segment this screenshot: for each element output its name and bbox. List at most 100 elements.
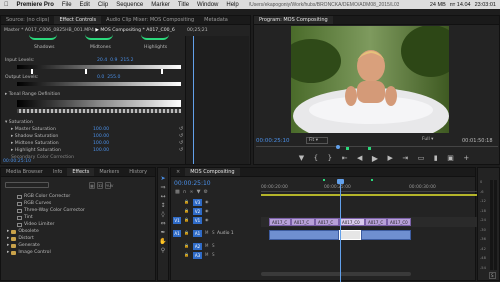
highlight-saturation-value[interactable]: 100.00 bbox=[93, 148, 109, 153]
menu-sequence[interactable]: Sequence bbox=[112, 2, 147, 8]
app-menu[interactable]: Premiere Pro bbox=[13, 2, 58, 8]
menu-window[interactable]: Window bbox=[193, 2, 222, 8]
timeline-timecode[interactable]: 00:00:25:10 bbox=[174, 180, 211, 187]
snap-icon[interactable]: ∩ bbox=[183, 189, 187, 195]
input-gray-value[interactable]: 0.9 bbox=[110, 58, 117, 63]
menu-marker[interactable]: Marker bbox=[147, 2, 174, 8]
marker-icon[interactable] bbox=[371, 179, 373, 181]
source-patch-v1[interactable]: V1 bbox=[173, 217, 181, 224]
button-editor-icon[interactable]: + bbox=[463, 154, 469, 162]
step-forward-icon[interactable]: ▶ bbox=[388, 154, 393, 162]
fit-dropdown[interactable]: Fit ▾ bbox=[306, 137, 328, 144]
program-playhead[interactable] bbox=[336, 145, 340, 149]
tonal-range-row[interactable]: ▸ Tonal Range Definition bbox=[5, 92, 60, 97]
lock-icon[interactable]: 🔒 bbox=[184, 199, 189, 204]
menu-title[interactable]: Title bbox=[174, 2, 193, 8]
input-black-value[interactable]: 20.4 bbox=[97, 58, 107, 63]
menu-help[interactable]: Help bbox=[222, 2, 242, 8]
timeline-close-icon[interactable]: × bbox=[171, 169, 185, 175]
tonal-range-gradient[interactable] bbox=[17, 100, 181, 107]
tab-metadata[interactable]: Metadata bbox=[199, 17, 233, 23]
audio-clip[interactable] bbox=[361, 230, 411, 240]
program-timecode[interactable]: 00:00:25:10 bbox=[256, 138, 290, 144]
add-marker-icon[interactable]: ▼ bbox=[299, 154, 304, 162]
lock-icon[interactable]: 🔒 bbox=[184, 243, 189, 248]
solo-icon[interactable]: S bbox=[212, 243, 215, 248]
input-white-value[interactable]: 215.2 bbox=[120, 58, 133, 63]
program-video-frame[interactable] bbox=[291, 26, 449, 133]
effects-list-item[interactable]: ▸ Generate bbox=[5, 242, 155, 249]
ripple-edit-icon[interactable]: ↔ bbox=[159, 193, 167, 201]
mute-icon[interactable]: M bbox=[205, 230, 208, 235]
lock-icon[interactable]: 🔒 bbox=[184, 208, 189, 213]
tab-media-browser[interactable]: Media Browser bbox=[1, 169, 48, 175]
linked-selection-icon[interactable]: ∞ bbox=[189, 189, 193, 195]
solo-icon[interactable]: S bbox=[212, 230, 215, 235]
input-gray-thumb[interactable] bbox=[85, 69, 87, 74]
pen-icon[interactable]: ✒ bbox=[159, 229, 167, 237]
marker-icon[interactable] bbox=[346, 147, 349, 150]
mute-icon[interactable]: M bbox=[205, 243, 208, 248]
track-target-a2[interactable]: A2 bbox=[193, 243, 202, 250]
work-area-bar[interactable] bbox=[261, 194, 477, 196]
track-target-v2[interactable]: V2 bbox=[193, 208, 202, 215]
timeline-settings-icon[interactable]: ⚙ bbox=[203, 189, 207, 195]
tab-info[interactable]: Info bbox=[48, 169, 67, 175]
extract-icon[interactable]: ▮ bbox=[434, 154, 438, 162]
mark-out-icon[interactable]: } bbox=[328, 154, 332, 162]
track-target-v1[interactable]: V1 bbox=[193, 217, 202, 224]
apple-menu[interactable]:  bbox=[0, 2, 13, 8]
timeline-scrollbar[interactable] bbox=[261, 272, 411, 276]
playhead-handle[interactable] bbox=[337, 179, 344, 184]
midtone-saturation-value[interactable]: 100.00 bbox=[93, 141, 109, 146]
video-clip[interactable]: A017_C bbox=[269, 218, 291, 226]
effects-list-item[interactable]: RGB Curves bbox=[5, 200, 155, 207]
lock-icon[interactable]: 🔒 bbox=[184, 230, 189, 235]
sequence-clip-label[interactable]: MOS Compositing * A017_C00_6 bbox=[100, 28, 174, 33]
track-target-a1[interactable]: A1 bbox=[193, 230, 202, 237]
video-clip[interactable]: A017_C bbox=[315, 218, 339, 226]
reset-icon[interactable]: ↺ bbox=[179, 140, 183, 147]
shadow-saturation-value[interactable]: 100.00 bbox=[93, 134, 109, 139]
output-levels-slider[interactable] bbox=[17, 82, 181, 86]
reset-icon[interactable]: ↺ bbox=[179, 147, 183, 154]
reset-icon[interactable]: ↺ bbox=[179, 133, 183, 140]
hand-icon[interactable]: ✋ bbox=[159, 238, 167, 246]
eye-icon[interactable]: ◉ bbox=[205, 199, 209, 204]
go-to-in-icon[interactable]: ⇤ bbox=[342, 154, 348, 162]
effects-list-item[interactable]: RGB Color Corrector bbox=[5, 193, 155, 200]
track-target-v3[interactable]: V3 bbox=[193, 199, 202, 206]
add-marker-icon[interactable]: ▼ bbox=[197, 189, 201, 195]
selected-video-clip[interactable]: A017_C0 bbox=[339, 218, 365, 226]
track-select-icon[interactable]: ⇒ bbox=[159, 184, 167, 192]
effects-list-item[interactable]: ▸ Distort bbox=[5, 235, 155, 242]
accelerated-effects-icon[interactable]: ▦ bbox=[89, 182, 95, 189]
solo-button[interactable]: S bbox=[489, 272, 496, 279]
effects-list-item[interactable]: Tint bbox=[5, 214, 155, 221]
master-saturation-value[interactable]: 100.00 bbox=[93, 127, 109, 132]
nest-icon[interactable]: ▩ bbox=[175, 189, 180, 195]
video-clip[interactable]: A017_C bbox=[291, 218, 315, 226]
midtones-wheel[interactable] bbox=[85, 34, 113, 40]
lift-icon[interactable]: ▭ bbox=[418, 154, 425, 162]
tab-program[interactable]: Program: MOS Compositing bbox=[254, 16, 333, 24]
source-patch-a1[interactable]: A1 bbox=[173, 230, 181, 237]
video-clip[interactable]: A017_C bbox=[365, 218, 387, 226]
audio-clip[interactable] bbox=[269, 230, 339, 240]
menu-edit[interactable]: Edit bbox=[76, 2, 94, 8]
lock-icon[interactable]: 🔒 bbox=[184, 217, 189, 222]
tab-audio-clip-mixer[interactable]: Audio Clip Mixer: MOS Compositing bbox=[101, 17, 199, 23]
mute-icon[interactable]: M bbox=[205, 252, 208, 257]
menu-clip[interactable]: Clip bbox=[94, 2, 112, 8]
export-frame-icon[interactable]: ▣ bbox=[447, 154, 454, 162]
timeline-playhead[interactable] bbox=[337, 179, 344, 282]
effects-list-item[interactable]: ▸ Obsolete bbox=[5, 228, 155, 235]
track-name-label[interactable]: Audio 1 bbox=[217, 231, 234, 236]
eye-icon[interactable]: ◉ bbox=[205, 217, 209, 222]
tab-effect-controls[interactable]: Effect Controls bbox=[54, 16, 102, 24]
output-black-value[interactable]: 0.0 bbox=[97, 75, 104, 80]
mark-in-icon[interactable]: { bbox=[314, 154, 318, 162]
effects-list-item[interactable]: Video Limiter bbox=[5, 221, 155, 228]
highlights-wheel[interactable] bbox=[141, 34, 169, 40]
effects-list-item[interactable]: ▸ Image Control bbox=[5, 249, 155, 256]
